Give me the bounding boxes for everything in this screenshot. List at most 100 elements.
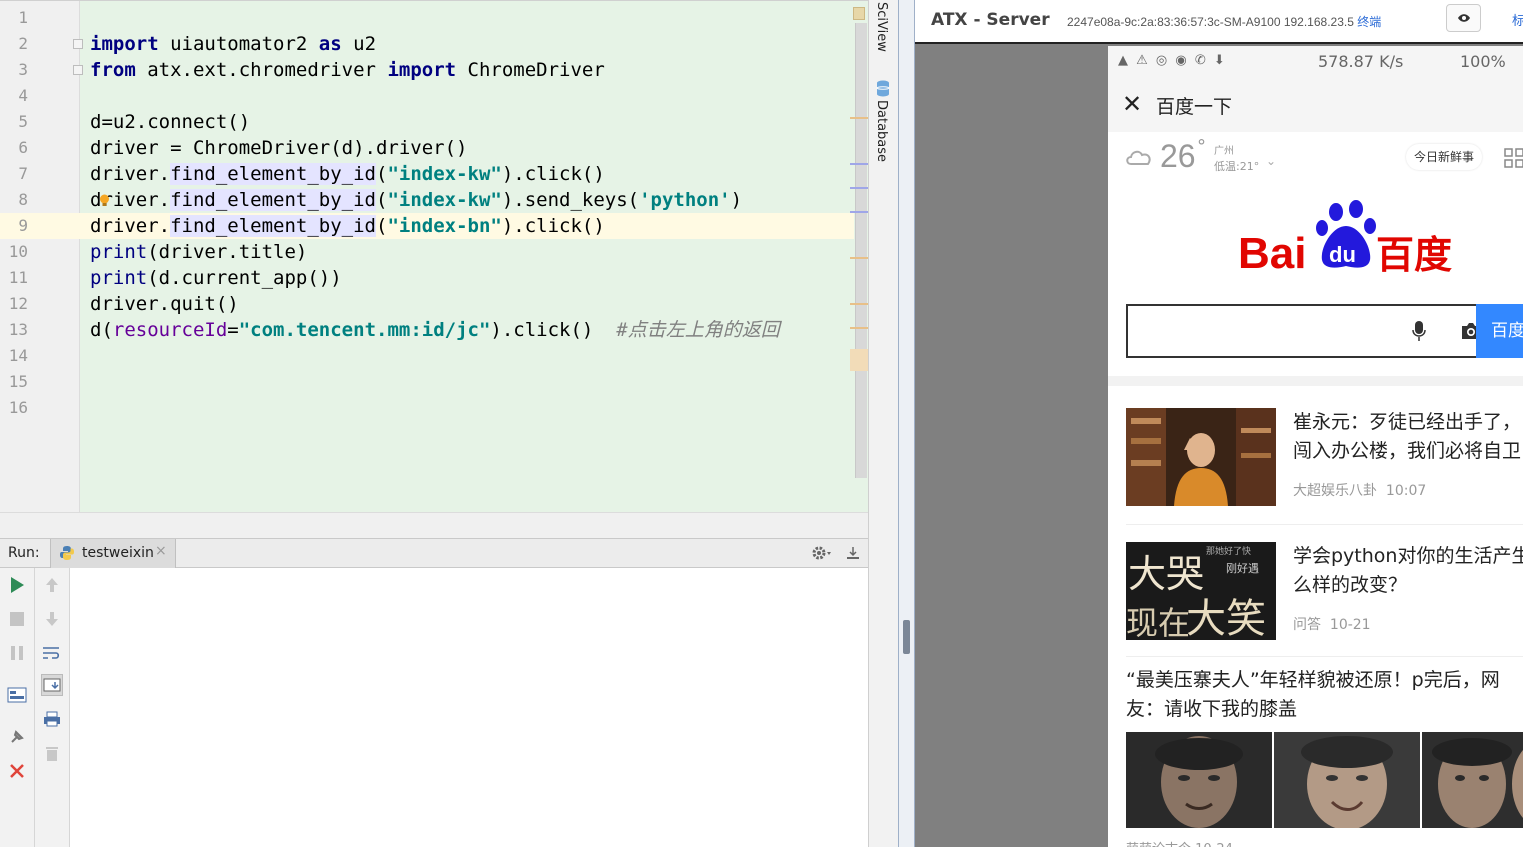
line-number: 6 bbox=[18, 138, 28, 157]
pause-button[interactable] bbox=[6, 642, 28, 664]
eye-icon bbox=[1457, 14, 1470, 22]
line-number: 2 bbox=[18, 34, 28, 53]
trash-icon bbox=[46, 747, 58, 761]
line-number: 4 bbox=[18, 86, 28, 105]
news-thumbnail bbox=[1126, 408, 1276, 506]
atx-server-panel: ATX - Server 2247e08a-9c:2a:83:36:57:3c-… bbox=[915, 0, 1523, 847]
code-token: as bbox=[318, 33, 342, 55]
news-item[interactable]: 大哭 大笑 现在 那她好了快 刚好遇 学会python对你的生活产生 么样的改变… bbox=[1108, 542, 1523, 642]
code-area[interactable]: import uiautomator2 as u2 from atx.ext.ch… bbox=[80, 1, 854, 513]
close-icon[interactable]: ✕ bbox=[1122, 90, 1142, 118]
svg-text:那她好了快: 那她好了快 bbox=[1206, 545, 1251, 557]
code-token: print bbox=[90, 267, 148, 289]
close-icon[interactable]: × bbox=[155, 543, 167, 559]
scroll-marker[interactable] bbox=[850, 187, 868, 189]
pause-icon bbox=[11, 646, 23, 660]
clear-all-button[interactable] bbox=[41, 742, 63, 764]
phone-screen[interactable]: ▲ ⚠ ◎ ◉ ✆ ⬇ 578.87 K/s 100% ✕ 百度一下 26 ° … bbox=[1108, 46, 1523, 847]
code-line[interactable]: d=u2.connect() bbox=[90, 109, 250, 135]
pin-tab-button[interactable] bbox=[6, 726, 28, 748]
search-input[interactable] bbox=[1126, 304, 1480, 358]
temperature: 26 bbox=[1160, 138, 1196, 174]
panel-splitter[interactable] bbox=[898, 0, 915, 847]
code-line[interactable]: driver = ChromeDriver(d).driver() bbox=[90, 135, 468, 161]
scroll-marker[interactable] bbox=[850, 349, 868, 371]
scroll-up-button[interactable] bbox=[41, 574, 63, 596]
hide-panel-icon[interactable] bbox=[845, 545, 861, 561]
news-image-strip[interactable] bbox=[1126, 732, 1523, 828]
scroll-marker[interactable] bbox=[850, 303, 868, 305]
code-line[interactable]: print(d.current_app()) bbox=[90, 265, 342, 291]
line-number: 14 bbox=[8, 346, 28, 365]
code-token: 'python' bbox=[639, 189, 731, 211]
layout-icon bbox=[7, 687, 27, 703]
scroll-marker[interactable] bbox=[850, 117, 868, 119]
close-run-button[interactable] bbox=[6, 760, 28, 782]
close-icon bbox=[10, 764, 24, 778]
code-token: d=u2.connect() bbox=[90, 111, 251, 133]
code-token: ) bbox=[730, 189, 743, 211]
weather-row[interactable]: 26 ° 广州 低温:21° ⌄ 今日新鲜事 bbox=[1108, 132, 1523, 192]
database-tab[interactable]: Database bbox=[874, 100, 889, 162]
news-time: 10-21 bbox=[1329, 617, 1371, 633]
scroll-down-button[interactable] bbox=[41, 608, 63, 630]
code-token: find_element_by_id bbox=[170, 215, 376, 237]
baidu-logo: Bai du 百度 bbox=[1238, 200, 1452, 278]
toggle-view-button[interactable] bbox=[1446, 4, 1481, 32]
scroll-marker[interactable] bbox=[850, 257, 868, 259]
code-line[interactable]: driver.find_element_by_id("index-bn").cl… bbox=[90, 213, 605, 239]
news-title: 崔永元：歹徒已经出手了， 闯入办公楼，我们必将自卫 bbox=[1293, 408, 1523, 466]
code-token: import bbox=[387, 59, 457, 81]
code-token: ).click() bbox=[490, 319, 617, 341]
search-button[interactable]: 百度 bbox=[1476, 304, 1523, 358]
line-number: 5 bbox=[18, 112, 28, 131]
line-number: 7 bbox=[18, 164, 28, 183]
news-meta: 问答 10-21 bbox=[1293, 614, 1371, 634]
code-line[interactable]: from atx.ext.chromedriver import ChromeD… bbox=[90, 57, 605, 83]
cloud-icon bbox=[1126, 150, 1151, 165]
code-line[interactable]: d(resourceId="com.tencent.mm:id/jc").cli… bbox=[90, 317, 780, 343]
news-title[interactable]: “最美压寨夫人”年轻样貌被还原！p完后，网友：请收下我的膝盖 bbox=[1126, 666, 1523, 724]
battery-level: 100% bbox=[1460, 52, 1506, 71]
more-link[interactable]: 标 bbox=[1512, 10, 1523, 29]
code-line[interactable]: print(driver.title) bbox=[90, 239, 307, 265]
rerun-button[interactable] bbox=[6, 574, 28, 596]
code-line[interactable]: driver.quit() bbox=[90, 291, 239, 317]
stop-button[interactable] bbox=[6, 608, 28, 630]
news-item[interactable]: 崔永元：歹徒已经出手了， 闯入办公楼，我们必将自卫 大超娱乐八卦 10:07 bbox=[1108, 408, 1523, 508]
soft-wrap-button[interactable] bbox=[41, 642, 63, 664]
scroll-marker[interactable] bbox=[850, 327, 868, 329]
inspection-status-icon[interactable] bbox=[853, 7, 865, 20]
print-button[interactable] bbox=[41, 708, 63, 730]
news-separator bbox=[1126, 524, 1523, 525]
news-meta: 大超娱乐八卦 10:07 bbox=[1293, 480, 1426, 500]
splitter-grip[interactable] bbox=[903, 620, 910, 654]
code-line[interactable]: driver.find_element_by_id("index-kw").se… bbox=[90, 187, 742, 213]
code-editor[interactable]: 1 2 3 4 5 6 7 8 9 10 11 12 13 14 15 16 import uiautomat… bbox=[0, 0, 868, 513]
scroll-marker[interactable] bbox=[850, 211, 868, 213]
run-toolbar-primary bbox=[0, 568, 35, 847]
scroll-marker[interactable] bbox=[850, 163, 868, 165]
run-tab-testweixin[interactable]: testweixin × bbox=[50, 539, 176, 568]
code-line[interactable]: driver.find_element_by_id("index-kw").cl… bbox=[90, 161, 605, 187]
scroll-to-end-button[interactable] bbox=[41, 674, 63, 696]
terminal-link[interactable]: 终端 bbox=[1357, 15, 1381, 29]
microphone-icon[interactable] bbox=[1412, 320, 1426, 342]
svg-text:现在: 现在 bbox=[1126, 604, 1190, 640]
editor-bottom-gap bbox=[0, 512, 868, 538]
gear-icon[interactable] bbox=[811, 545, 833, 561]
browser-title-bar: ✕ 百度一下 bbox=[1108, 78, 1523, 132]
code-token: "com.tencent.mm:id/jc" bbox=[238, 319, 491, 341]
status-icons: ▲ ⚠ ◎ ◉ ✆ ⬇ bbox=[1118, 53, 1227, 68]
code-line[interactable]: import uiautomator2 as u2 bbox=[90, 31, 376, 57]
grid-icon[interactable] bbox=[1504, 148, 1523, 168]
run-console[interactable] bbox=[0, 568, 868, 847]
sciview-tab[interactable]: SciView bbox=[874, 2, 889, 52]
fresh-news-button[interactable]: 今日新鲜事 bbox=[1406, 144, 1483, 170]
restore-layout-button[interactable] bbox=[6, 684, 28, 706]
code-token: ).click() bbox=[501, 215, 605, 237]
code-token: ( bbox=[375, 163, 388, 185]
line-number: 3 bbox=[18, 60, 28, 79]
lightbulb-icon[interactable] bbox=[99, 194, 110, 207]
editor-scrollbar[interactable] bbox=[855, 23, 867, 478]
